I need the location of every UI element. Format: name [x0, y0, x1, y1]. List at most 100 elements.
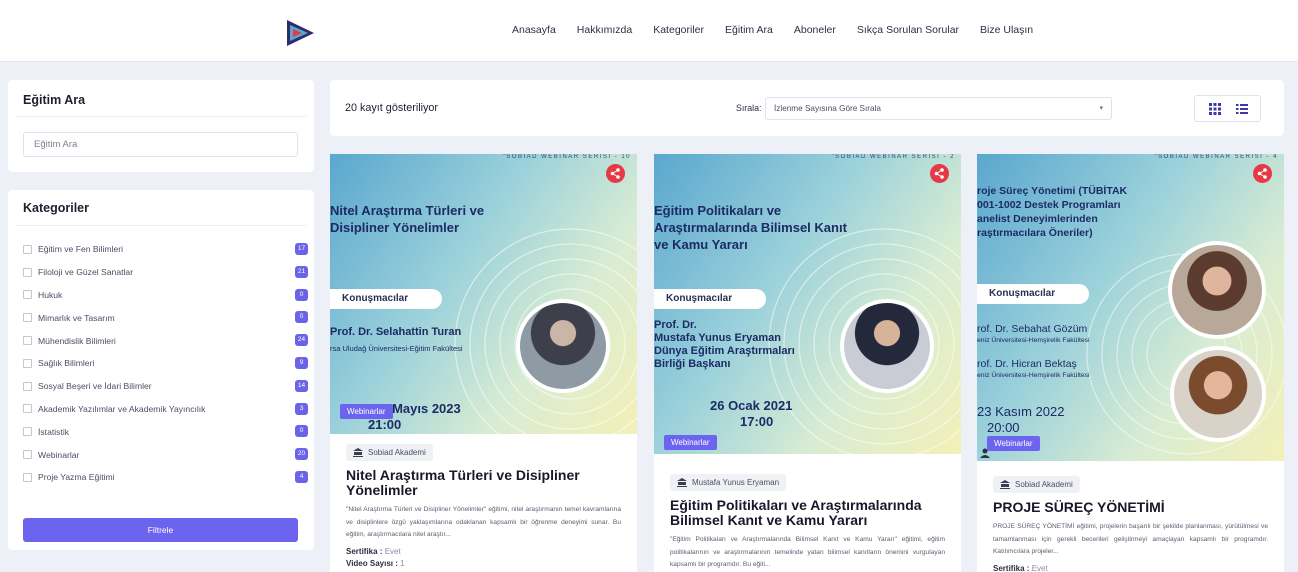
- grid-view-icon[interactable]: [1208, 102, 1222, 116]
- banner-time: 17:00: [740, 414, 774, 429]
- meta-label: Video Sayısı :: [346, 558, 398, 568]
- banner-date: 26 Ocak 2021: [710, 398, 793, 413]
- speaker-photo: [1170, 346, 1266, 442]
- category-checkbox[interactable]: [23, 381, 32, 391]
- category-count-badge: 24: [295, 334, 308, 347]
- card-title[interactable]: Nitel Araştırma Türleri ve Disipliner Yö…: [346, 468, 621, 498]
- card-body: Mustafa Yunus Eryaman Eğitim Politikalar…: [670, 474, 945, 572]
- category-checkbox[interactable]: [23, 290, 32, 300]
- category-label: Proje Yazma Eğitimi: [38, 472, 115, 483]
- category-checkbox[interactable]: [23, 472, 32, 482]
- banner-title-line: anelist Deneyimlerinden: [977, 213, 1098, 225]
- category-checkbox[interactable]: [23, 450, 32, 460]
- category-label: Filoloji ve Güzel Sanatlar: [38, 267, 134, 278]
- category-item[interactable]: Proje Yazma Eğitimi 4: [23, 466, 308, 489]
- category-item[interactable]: Hukuk 0: [23, 284, 308, 307]
- category-count-badge: 0: [295, 288, 308, 301]
- speaker-affiliation: eniz Üniversitesi-Hemşirelik Fakültesi: [977, 372, 1090, 379]
- course-card[interactable]: "SOBIAD WEBINAR SERİSİ - 2 Eğitim Politi…: [654, 154, 961, 572]
- card-description: PROJE SÜREÇ YÖNETİMİ eğitimi, projelerin…: [993, 523, 1268, 555]
- nav-categories[interactable]: Kategoriler: [653, 24, 704, 36]
- category-count-badge: 21: [295, 265, 308, 278]
- card-banner-image[interactable]: "SOBIAD WEBINAR SERİSİ - 4 roje Süreç Yö…: [977, 154, 1284, 461]
- category-tag[interactable]: Webinarlar: [987, 436, 1040, 451]
- nav-about[interactable]: Hakkımızda: [577, 24, 632, 36]
- category-count-badge: 20: [295, 448, 308, 461]
- category-item[interactable]: Filoloji ve Güzel Sanatlar 21: [23, 261, 308, 284]
- author-badge[interactable]: Sobiad Akademi: [993, 476, 1080, 493]
- category-label: Webinarlar: [38, 449, 80, 460]
- banner-time: 21:00: [368, 417, 402, 432]
- nav-subscribers[interactable]: Aboneler: [794, 24, 836, 36]
- speaker-line: Birliği Başkanı: [654, 358, 731, 370]
- course-card[interactable]: "SOBIAD WEBINAR SERİSİ - 10 Nitel Araştı…: [330, 154, 637, 572]
- caret-down-icon: ▾: [1099, 105, 1103, 112]
- meta-value: Evet: [384, 546, 401, 556]
- search-input[interactable]: [23, 132, 298, 157]
- nav-home[interactable]: Anasayfa: [512, 24, 556, 36]
- category-label: Sosyal Beşeri ve İdari Bilimler: [38, 381, 152, 392]
- category-item[interactable]: İstatistik 0: [23, 420, 308, 443]
- filter-button[interactable]: Filtrele: [23, 518, 298, 542]
- banner-title-line: ve Kamu Yararı: [654, 237, 748, 252]
- category-item[interactable]: Akademik Yazılımlar ve Akademik Yayıncıl…: [23, 398, 308, 421]
- category-label: Sağlık Bilimleri: [38, 358, 95, 369]
- share-button[interactable]: [930, 164, 949, 183]
- card-title[interactable]: Eğitim Politikaları ve Araştırmalarında …: [670, 498, 945, 528]
- author-badge[interactable]: Mustafa Yunus Eryaman: [670, 474, 787, 491]
- card-body: Sobiad Akademi PROJE SÜREÇ YÖNETİMİ PROJ…: [993, 476, 1268, 572]
- speaker-line: Mustafa Yunus Eryaman: [654, 332, 781, 344]
- speaker-name: rof. Dr. Hicran Bektaş: [977, 358, 1077, 370]
- category-count-badge: 0: [295, 425, 308, 438]
- category-item[interactable]: Mimarlık ve Tasarım 0: [23, 306, 308, 329]
- category-checkbox[interactable]: [23, 358, 32, 368]
- series-label: "SOBIAD WEBINAR SERİSİ - 10: [502, 154, 631, 160]
- category-checkbox[interactable]: [23, 313, 32, 323]
- category-checkbox[interactable]: [23, 244, 32, 254]
- card-banner-image[interactable]: "SOBIAD WEBINAR SERİSİ - 10 Nitel Araştı…: [330, 154, 637, 434]
- sort-select[interactable]: İzlenme Sayısına Göre Sırala ▾: [765, 97, 1112, 120]
- nav-faq[interactable]: Sıkça Sorulan Sorular: [857, 24, 959, 36]
- share-button[interactable]: [606, 164, 625, 183]
- speaker-photo: [840, 299, 934, 393]
- speakers-pill: Konuşmacılar: [654, 289, 766, 309]
- speaker-name: Prof. Dr. Selahattin Turan: [330, 326, 462, 338]
- meta-label: Sertifika :: [346, 546, 383, 556]
- category-item[interactable]: Sağlık Bilimleri 9: [23, 352, 308, 375]
- card-banner-image[interactable]: "SOBIAD WEBINAR SERİSİ - 2 Eğitim Politi…: [654, 154, 961, 454]
- category-checkbox[interactable]: [23, 336, 32, 346]
- course-card[interactable]: "SOBIAD WEBINAR SERİSİ - 4 roje Süreç Yö…: [977, 154, 1284, 572]
- category-item[interactable]: Eğitim ve Fen Bilimleri 17: [23, 238, 308, 261]
- speaker-name: Prof. Dr. Mustafa Yunus Eryaman Dünya Eğ…: [654, 319, 795, 371]
- card-title[interactable]: PROJE SÜREÇ YÖNETİMİ: [993, 500, 1268, 515]
- speakers-pill: Konuşmacılar: [977, 284, 1089, 304]
- category-tag[interactable]: Webinarlar: [340, 404, 393, 419]
- category-tag[interactable]: Webinarlar: [664, 435, 717, 450]
- speaker-line: Prof. Dr.: [654, 319, 697, 331]
- category-label: Akademik Yazılımlar ve Akademik Yayıncıl…: [38, 403, 206, 414]
- list-view-icon[interactable]: [1235, 102, 1249, 116]
- banner-title-line: raştırmacılara Öneriler): [977, 227, 1093, 239]
- category-checkbox[interactable]: [23, 404, 32, 414]
- category-item[interactable]: Mühendislik Bilimleri 24: [23, 329, 308, 352]
- category-checkbox[interactable]: [23, 267, 32, 277]
- nav-search-training[interactable]: Eğitim Ara: [725, 24, 773, 36]
- divider: [16, 225, 306, 226]
- category-count-badge: 3: [295, 402, 308, 415]
- category-list: Eğitim ve Fen Bilimleri 17 Filoloji ve Gü…: [23, 238, 308, 489]
- category-item[interactable]: Sosyal Beşeri ve İdari Bilimler 14: [23, 375, 308, 398]
- category-count-badge: 17: [295, 243, 308, 255]
- banner-title: Nitel Araştırma Türleri ve Disipliner Yö…: [330, 202, 484, 236]
- banner-title-line: Eğitim Politikaları ve: [654, 203, 782, 218]
- banner-title: Eğitim Politikaları ve Araştırmalarında …: [654, 202, 847, 253]
- share-icon: [934, 168, 944, 179]
- share-button[interactable]: [1253, 164, 1272, 183]
- author-badge[interactable]: Sobiad Akademi: [346, 444, 433, 461]
- category-checkbox[interactable]: [23, 427, 32, 437]
- banner-title-line: 001-1002 Destek Programları: [977, 199, 1121, 211]
- main-nav: Anasayfa Hakkımızda Kategoriler Eğitim A…: [512, 24, 1033, 36]
- meta-value: Evet: [1031, 563, 1048, 572]
- logo-icon[interactable]: [284, 18, 316, 48]
- category-item[interactable]: Webinarlar 20: [23, 443, 308, 466]
- nav-contact[interactable]: Bize Ulaşın: [980, 24, 1033, 36]
